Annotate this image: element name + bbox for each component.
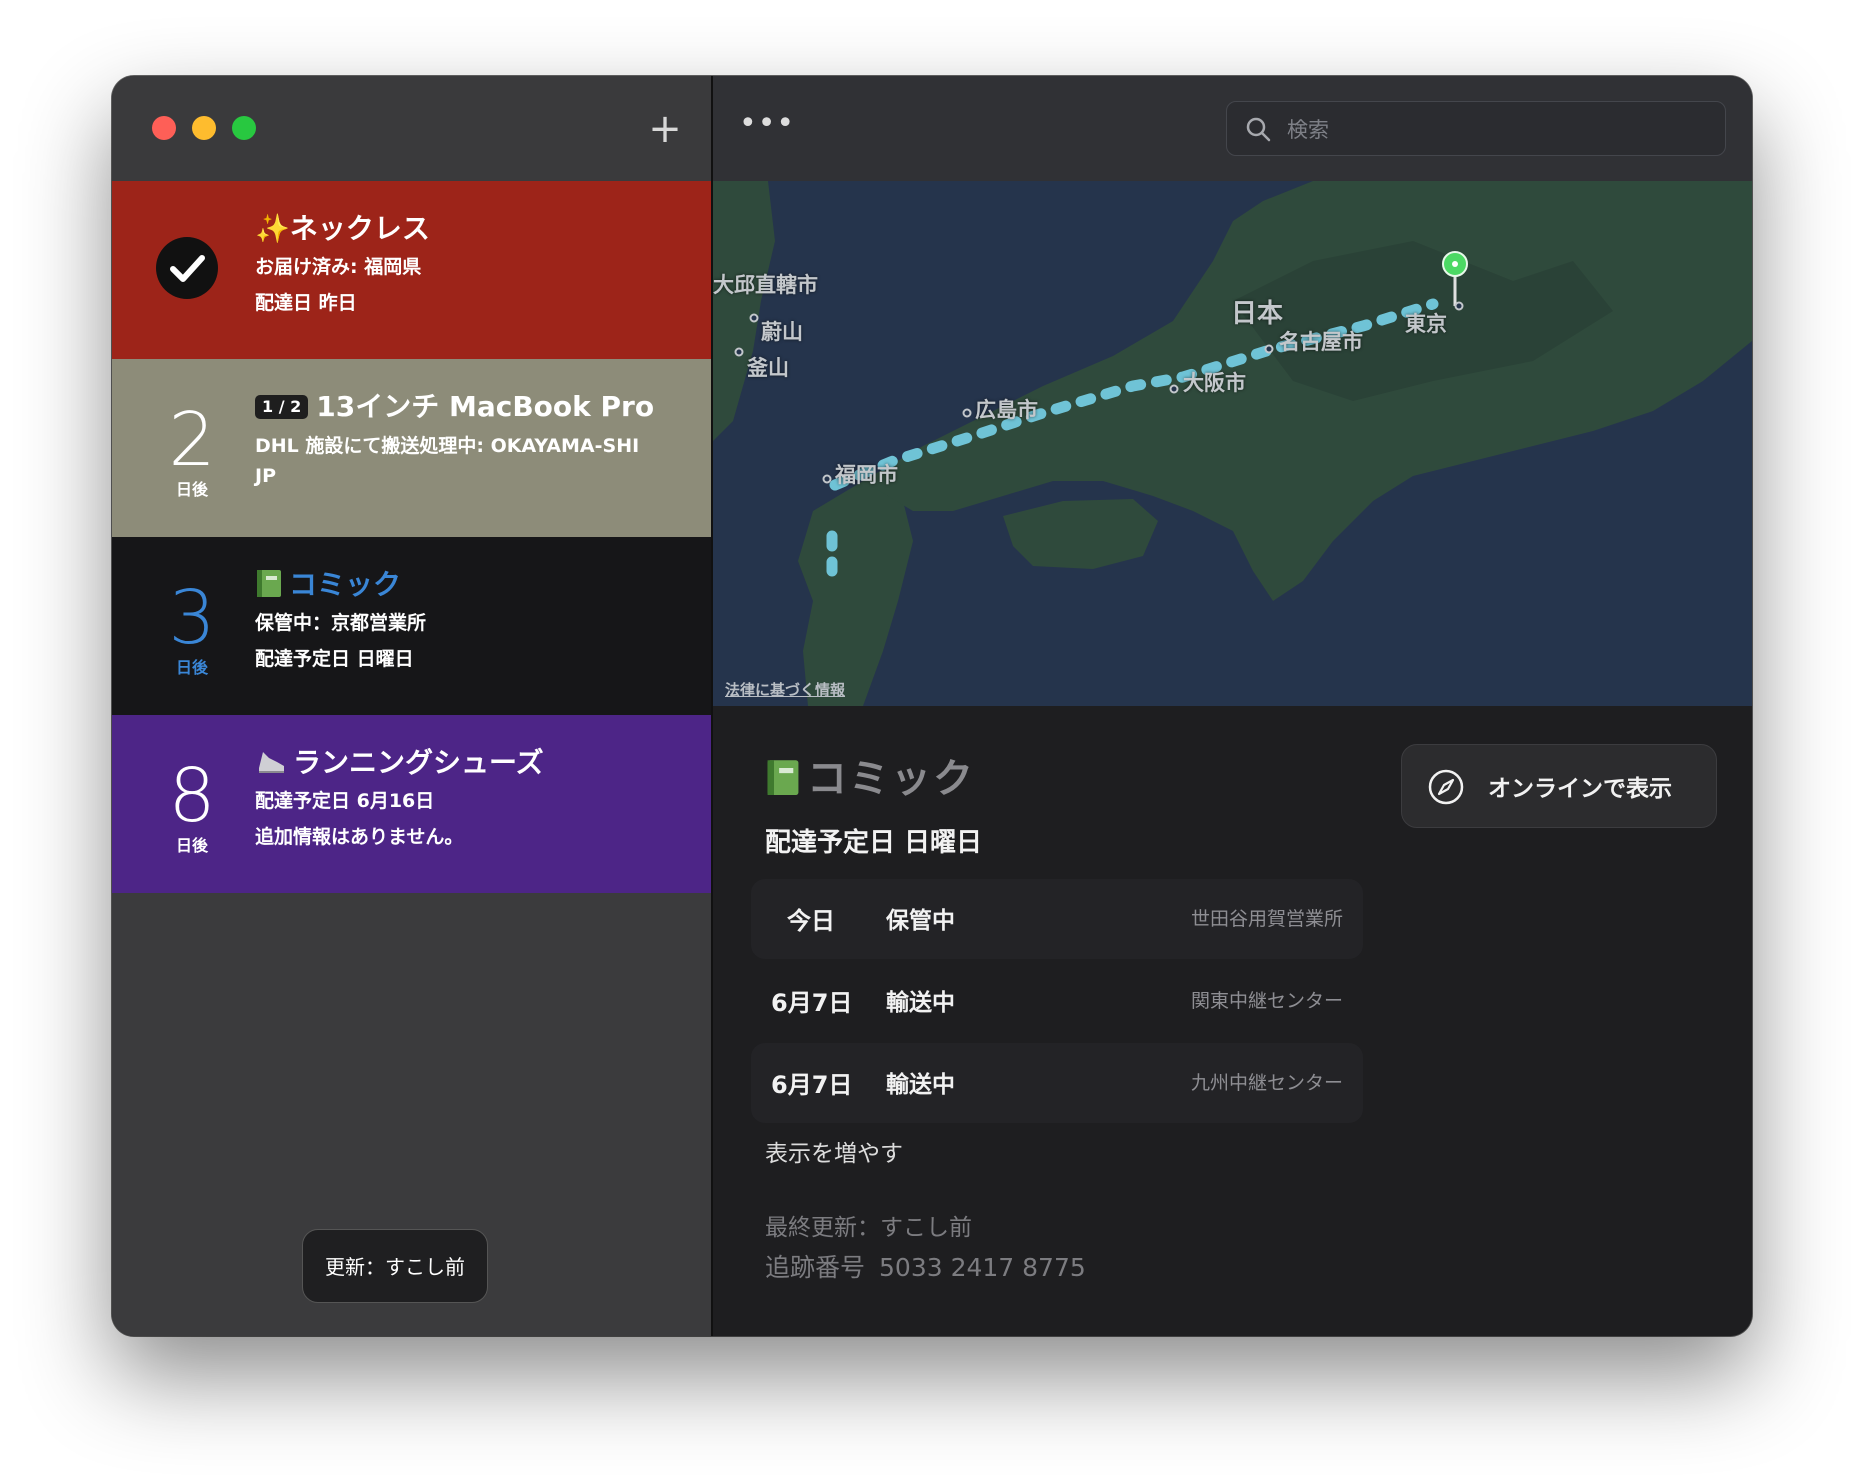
event-date: 今日 — [787, 907, 835, 935]
days-unit: 日後 — [175, 658, 208, 677]
legal-info-link[interactable]: 法律に基づく情報 — [725, 679, 845, 700]
last-updated: 最終更新：すこし前 — [765, 1215, 972, 1241]
event-status: 輸送中 — [886, 1072, 955, 1098]
tracking-events: 今日 保管中 世田谷用賀営業所 6月7日 輸送中 関東中継センター 6月7日 輸… — [751, 879, 1363, 1125]
sidebar: + ✨ネックレス お届け済み: 福岡県 配達日 昨日 2 日後 1 / 2 13イ… — [112, 76, 713, 1336]
detail-pane: ••• 検索 大邱直轄市 蔚山 釜山 日本 名古屋市 東京 大阪市 広島市 福岡… — [713, 76, 1752, 1336]
view-online-button[interactable]: オンラインで表示 — [1401, 744, 1717, 828]
search-field[interactable] — [1226, 101, 1726, 157]
tracking-event: 6月7日 輸送中 九州中継センター — [751, 1043, 1363, 1123]
map-label-fukuoka: 福岡市 — [835, 463, 898, 487]
days-unit: 日後 — [175, 836, 208, 855]
package-status-cont: JP — [255, 465, 276, 487]
package-item-macbook[interactable]: 2 日後 1 / 2 13インチ MacBook Pro DHL 施設にて搬送処理… — [112, 359, 711, 537]
view-online-label: オンラインで表示 — [1488, 776, 1672, 802]
show-more-link[interactable]: 表示を増やす — [765, 1134, 903, 1168]
zoom-window-button[interactable] — [232, 116, 256, 140]
tracking-event: 今日 保管中 世田谷用賀営業所 — [751, 879, 1363, 959]
close-window-button[interactable] — [152, 116, 176, 140]
event-location: 関東中継センター — [1190, 990, 1343, 1012]
map-label-daegu: 大邱直轄市 — [713, 273, 818, 297]
green-book-icon — [767, 760, 799, 795]
package-delivery-date: 配達日 昨日 — [255, 292, 357, 314]
days-count: 3 — [168, 575, 216, 661]
package-title: コミック — [289, 568, 402, 601]
detail-delivery-date: 配達予定日 日曜日 — [765, 828, 983, 858]
package-item-comic[interactable]: 3 日後 コミック 保管中：京都営業所 配達予定日 日曜日 — [112, 537, 711, 715]
map-label-busan: 釜山 — [747, 356, 789, 380]
package-item-necklace[interactable]: ✨ネックレス お届け済み: 福岡県 配達日 昨日 — [112, 181, 711, 359]
days-remaining: 8 日後 — [147, 755, 237, 855]
event-date: 6月7日 — [771, 1071, 853, 1099]
part-badge: 1 / 2 — [255, 395, 309, 419]
event-status: 輸送中 — [886, 990, 955, 1016]
map-label-ulsan: 蔚山 — [761, 320, 803, 344]
package-status: 保管中：京都営業所 — [255, 612, 427, 634]
package-status: DHL 施設にて搬送処理中: OKAYAMA-SHI — [255, 435, 640, 457]
package-item-shoes[interactable]: 8 日後 ランニングシューズ 配達予定日 6月16日 追加情報はありません。 — [112, 715, 711, 893]
refresh-button[interactable]: 更新：すこし前 — [302, 1229, 488, 1303]
map-canvas — [713, 181, 1752, 706]
search-icon — [1246, 117, 1271, 142]
minimize-window-button[interactable] — [192, 116, 216, 140]
app-window: + ✨ネックレス お届け済み: 福岡県 配達日 昨日 2 日後 1 / 2 13イ… — [112, 76, 1752, 1336]
days-count: 2 — [168, 397, 216, 483]
running-shoe-icon — [259, 752, 284, 773]
delivered-check-icon — [156, 237, 218, 299]
days-remaining: 3 日後 — [147, 577, 237, 677]
route-map[interactable]: 大邱直轄市 蔚山 釜山 日本 名古屋市 東京 大阪市 広島市 福岡市 法律に基づ… — [713, 181, 1752, 706]
package-title: 13インチ MacBook Pro — [316, 390, 655, 423]
map-label-hiroshima: 広島市 — [975, 398, 1038, 422]
package-title: ✨ネックレス — [255, 212, 430, 245]
detail-title: コミック — [765, 746, 975, 804]
package-delivery-date: 配達予定日 6月16日 — [255, 790, 435, 812]
tracking-number-row: 追跡番号 5033 2417 8775 — [765, 1248, 1086, 1284]
event-status: 保管中 — [886, 908, 955, 934]
sidebar-toolbar: + — [112, 76, 711, 182]
days-count: 8 — [168, 753, 216, 839]
tracking-number-label: 追跡番号 — [765, 1253, 866, 1282]
event-location: 九州中継センター — [1190, 1072, 1343, 1094]
package-delivery-date: 配達予定日 日曜日 — [255, 648, 414, 670]
compass-icon — [1428, 769, 1464, 805]
package-note: 追加情報はありません。 — [255, 826, 464, 848]
add-package-button[interactable]: + — [642, 106, 688, 152]
map-label-osaka: 大阪市 — [1183, 371, 1246, 395]
main-toolbar: ••• — [713, 76, 1752, 182]
event-date: 6月7日 — [771, 989, 853, 1017]
search-input[interactable] — [1285, 102, 1709, 157]
map-label-nagoya: 名古屋市 — [1279, 330, 1363, 354]
package-title: ランニングシューズ — [293, 746, 544, 779]
map-label-japan: 日本 — [1231, 299, 1284, 329]
green-book-icon — [257, 570, 281, 597]
tracking-number[interactable]: 5033 2417 8775 — [879, 1253, 1086, 1282]
package-status: お届け済み: 福岡県 — [255, 256, 422, 278]
more-options-button[interactable]: ••• — [739, 106, 794, 152]
tracking-event: 6月7日 輸送中 関東中継センター — [751, 961, 1363, 1041]
detail-title-text: コミック — [807, 756, 975, 802]
days-remaining: 2 日後 — [147, 399, 237, 499]
days-unit: 日後 — [175, 480, 208, 499]
map-label-tokyo: 東京 — [1405, 312, 1447, 336]
event-location: 世田谷用賀営業所 — [1190, 908, 1343, 930]
